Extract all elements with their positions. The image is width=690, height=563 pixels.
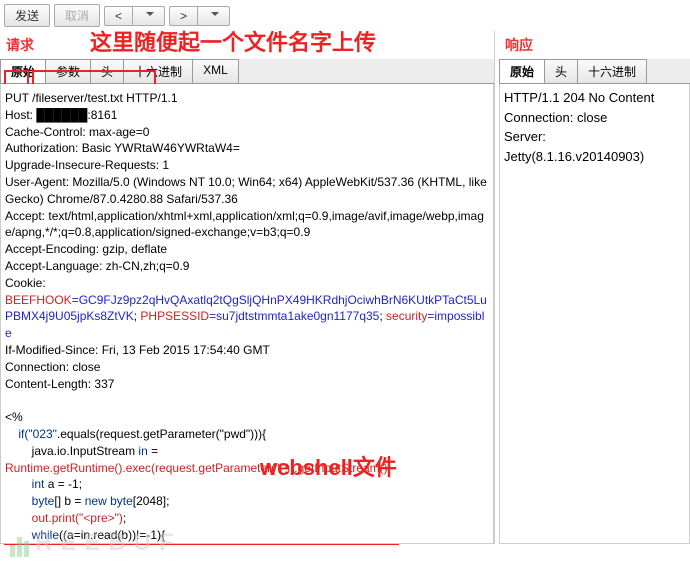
tab-raw[interactable]: 原始 [0,59,46,83]
response-line: HTTP/1.1 204 No Content [504,88,685,108]
tab-hex[interactable]: 十六进制 [123,59,193,83]
send-button[interactable]: 发送 [4,4,50,27]
response-title: 响应 [499,31,690,59]
tab-params[interactable]: 参数 [45,59,91,83]
response-content[interactable]: HTTP/1.1 204 No Content Connection: clos… [499,84,690,544]
response-pane: 响应 原始 头 十六进制 HTTP/1.1 204 No Content Con… [495,31,690,544]
prev-button[interactable]: < [104,6,133,26]
tab-headers[interactable]: 头 [90,59,124,83]
response-line: Connection: close [504,108,685,128]
tab-xml[interactable]: XML [192,59,239,83]
prev-menu-button[interactable] [132,6,165,26]
chevron-down-icon [146,12,154,20]
nav-next-group: > [169,6,230,26]
nav-prev-group: < [104,6,165,26]
response-line: Server: Jetty(8.1.16.v20140903) [504,127,685,166]
request-tabs: 原始 参数 头 十六进制 XML [0,59,494,84]
response-tabs: 原始 头 十六进制 [499,59,690,84]
request-content[interactable]: PUT /fileserver/test.txt HTTP/1.1 Host: … [0,84,494,544]
cancel-button[interactable]: 取消 [54,4,100,27]
tab-raw-r[interactable]: 原始 [499,59,545,83]
next-button[interactable]: > [169,6,198,26]
request-pane: 请求 原始 参数 头 十六进制 XML PUT /fileserver/test… [0,31,495,544]
annotation-webshell: webshell文件 [260,450,397,482]
next-menu-button[interactable] [197,6,230,26]
annotation-top: 这里随便起一个文件名字上传 [90,25,376,57]
request-body: PUT /fileserver/test.txt HTTP/1.1 Host: … [5,90,489,544]
tab-hex-r[interactable]: 十六进制 [577,59,647,83]
chevron-down-icon [211,12,219,20]
tab-headers-r[interactable]: 头 [544,59,578,83]
